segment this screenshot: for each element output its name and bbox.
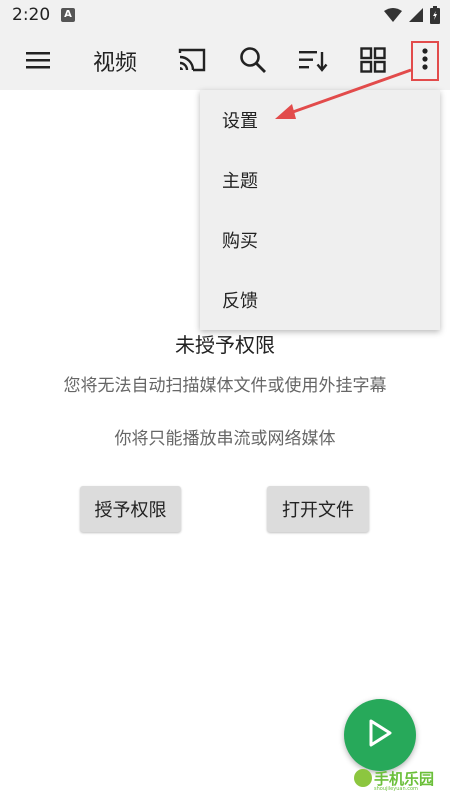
status-icons [384,6,440,28]
notification-badge: A [61,8,75,22]
menu-item-purchase[interactable]: 购买 [200,210,440,270]
grid-view-icon[interactable] [357,44,389,76]
permission-message-scan: 您将无法自动扫描媒体文件或使用外挂字幕 [63,376,387,396]
watermark-logo-icon [354,769,372,787]
menu-item-settings[interactable]: 设置 [200,90,440,150]
play-icon [368,719,392,751]
cast-icon[interactable] [176,44,208,76]
play-fab[interactable] [344,699,416,771]
grant-permission-button[interactable]: 授予权限 [80,486,181,532]
status-bar: 2:20 A [0,0,450,30]
watermark-url: shoujileyuan.com [374,786,418,792]
search-icon[interactable] [237,44,269,76]
open-file-button[interactable]: 打开文件 [267,486,369,532]
menu-item-feedback[interactable]: 反馈 [200,270,440,330]
page-title: 视频 [93,51,138,76]
menu-icon[interactable] [22,44,54,76]
status-time: 2:20 [12,5,51,25]
sort-icon[interactable] [297,44,329,76]
permission-title: 未授予权限 [175,333,275,357]
app-bar: 视频 [0,30,450,90]
battery-icon [430,6,440,28]
wifi-icon [384,7,402,27]
overflow-menu: 设置 主题 购买 反馈 [200,90,440,330]
signal-icon [408,7,424,27]
permission-message-stream: 你将只能播放串流或网络媒体 [114,429,336,449]
more-options-button[interactable] [411,41,439,81]
menu-item-theme[interactable]: 主题 [200,150,440,210]
watermark: 手机乐园 shoujileyuan.com [352,766,448,796]
more-vert-icon [422,48,428,74]
